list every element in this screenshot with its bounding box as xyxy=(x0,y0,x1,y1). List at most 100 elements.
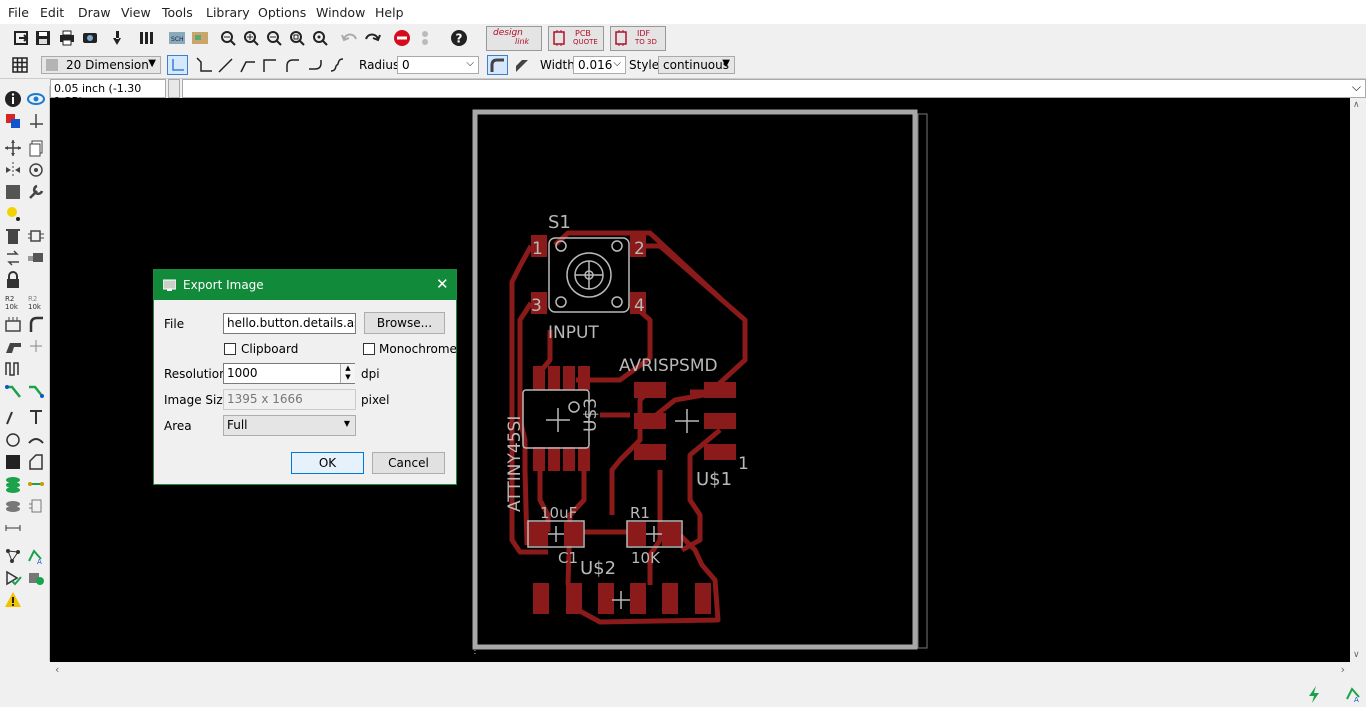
copy-icon[interactable] xyxy=(26,138,46,158)
menu-library[interactable]: Library xyxy=(206,5,250,20)
autorouter-icon[interactable]: A xyxy=(26,546,46,566)
replace-icon[interactable] xyxy=(3,248,23,268)
zoom-in-icon[interactable] xyxy=(240,27,262,49)
add-part-icon[interactable] xyxy=(26,226,46,246)
horizontal-scrollbar[interactable]: ‹ › xyxy=(50,662,1350,679)
bend-90-icon[interactable] xyxy=(258,54,280,76)
layers-icon[interactable] xyxy=(3,111,23,131)
lock-icon[interactable] xyxy=(3,270,23,290)
ok-button[interactable]: OK xyxy=(291,452,364,474)
hole-icon[interactable] xyxy=(3,496,23,516)
delete-icon[interactable] xyxy=(3,226,23,246)
zoom-out-icon[interactable] xyxy=(263,27,285,49)
bend-arc2-icon[interactable] xyxy=(304,54,326,76)
layer-select[interactable]: 20 Dimension ▼ xyxy=(41,56,161,74)
drc-icon[interactable] xyxy=(26,568,46,588)
info-icon[interactable] xyxy=(3,89,23,109)
signal-icon[interactable] xyxy=(26,474,46,494)
area-select[interactable]: Full ▼ xyxy=(223,415,356,436)
grid-icon[interactable] xyxy=(9,54,31,76)
lightning-icon[interactable] xyxy=(1303,683,1325,705)
print-icon[interactable] xyxy=(56,27,78,49)
width-select[interactable]: 0.016 ⌵ xyxy=(573,56,626,74)
menu-help[interactable]: Help xyxy=(375,5,404,20)
autorouter-status-icon[interactable]: A xyxy=(1343,683,1365,705)
menu-edit[interactable]: Edit xyxy=(40,5,64,20)
arc-icon[interactable] xyxy=(26,430,46,450)
via-stack-icon[interactable] xyxy=(3,474,23,494)
menu-tools[interactable]: Tools xyxy=(162,5,193,20)
change-package-icon[interactable] xyxy=(26,248,46,268)
zoom-select-icon[interactable] xyxy=(309,27,331,49)
meander-icon[interactable] xyxy=(3,358,23,378)
browse-button[interactable]: Browse... xyxy=(364,312,445,334)
menu-draw[interactable]: Draw xyxy=(78,5,111,20)
attribute-icon[interactable] xyxy=(26,496,46,516)
zoom-redraw-icon[interactable] xyxy=(286,27,308,49)
bend-45-icon[interactable] xyxy=(192,54,214,76)
warning-icon[interactable] xyxy=(3,590,23,610)
scroll-up-icon[interactable]: ∧ xyxy=(1353,100,1360,110)
clipboard-checkbox[interactable] xyxy=(224,343,236,355)
resolution-stepper[interactable]: ▲ ▼ xyxy=(340,364,355,383)
optimize-icon[interactable] xyxy=(26,336,46,356)
menu-file[interactable]: File xyxy=(8,5,29,20)
go-icon[interactable] xyxy=(414,27,436,49)
board-icon[interactable] xyxy=(189,27,211,49)
circle-icon[interactable] xyxy=(3,430,23,450)
eye-icon[interactable] xyxy=(26,89,46,109)
menu-window[interactable]: Window xyxy=(316,5,365,20)
open-icon[interactable] xyxy=(10,27,32,49)
group-icon[interactable] xyxy=(3,182,23,202)
command-input[interactable]: ⌵ xyxy=(182,79,1366,98)
erc-icon[interactable] xyxy=(3,568,23,588)
zoom-fit-icon[interactable] xyxy=(217,27,239,49)
bend-45b-icon[interactable] xyxy=(236,54,258,76)
style-select[interactable]: continuous ▼ xyxy=(658,56,735,74)
redo-icon[interactable] xyxy=(362,27,384,49)
polygon-icon[interactable] xyxy=(26,452,46,472)
menu-options[interactable]: Options xyxy=(258,5,306,20)
ratsnest-icon[interactable] xyxy=(3,546,23,566)
split-icon[interactable] xyxy=(3,336,23,356)
command-history-button[interactable] xyxy=(168,79,180,98)
stop-icon[interactable] xyxy=(391,27,413,49)
radius-select[interactable]: 0 ⌵ xyxy=(397,56,479,74)
wrench-icon[interactable] xyxy=(26,182,46,202)
scroll-down-icon[interactable]: ∨ xyxy=(1353,650,1360,660)
dimension-icon[interactable] xyxy=(3,518,23,538)
undo-icon[interactable] xyxy=(338,27,360,49)
bend-spline-icon[interactable] xyxy=(326,54,348,76)
save-icon[interactable] xyxy=(32,27,54,49)
value-icon[interactable]: R2 10k xyxy=(26,292,46,312)
bend-free-icon[interactable] xyxy=(214,54,236,76)
scroll-left-icon[interactable]: ‹ xyxy=(55,663,59,676)
monochrome-checkbox[interactable] xyxy=(363,343,375,355)
vertical-scrollbar[interactable]: ∧ ∨ xyxy=(1350,98,1366,662)
name-icon[interactable]: R2 10k xyxy=(3,292,23,312)
bend-arc-icon[interactable] xyxy=(281,54,303,76)
run-script-icon[interactable] xyxy=(106,27,128,49)
miter-round-button[interactable] xyxy=(487,55,508,75)
move-icon[interactable] xyxy=(3,138,23,158)
text-icon[interactable] xyxy=(26,407,46,427)
design-link-button[interactable]: design link xyxy=(486,26,542,51)
resolution-spinbox[interactable]: 1000 xyxy=(223,363,355,384)
ulp-icon[interactable] xyxy=(137,27,159,49)
bend-straight-button[interactable] xyxy=(167,55,188,75)
wire-icon[interactable] xyxy=(3,407,23,427)
menu-view[interactable]: View xyxy=(121,5,151,20)
smash-icon[interactable] xyxy=(3,314,23,334)
idf-to-3d-button[interactable]: IDF TO 3D xyxy=(610,26,666,51)
rotate-icon[interactable] xyxy=(26,160,46,180)
schematic-icon[interactable]: SCH xyxy=(166,27,188,49)
file-input[interactable]: hello.button.details.ashish xyxy=(223,313,356,334)
rectangle-icon[interactable] xyxy=(3,452,23,472)
mark-icon[interactable] xyxy=(26,111,46,131)
ripup-route-icon[interactable] xyxy=(26,380,46,400)
route-icon[interactable] xyxy=(3,380,23,400)
mirror-icon[interactable] xyxy=(3,160,23,180)
help-icon[interactable]: ? xyxy=(448,27,470,49)
paste-icon[interactable] xyxy=(3,204,23,224)
pcb-quote-button[interactable]: PCB QUOTE xyxy=(548,26,604,51)
